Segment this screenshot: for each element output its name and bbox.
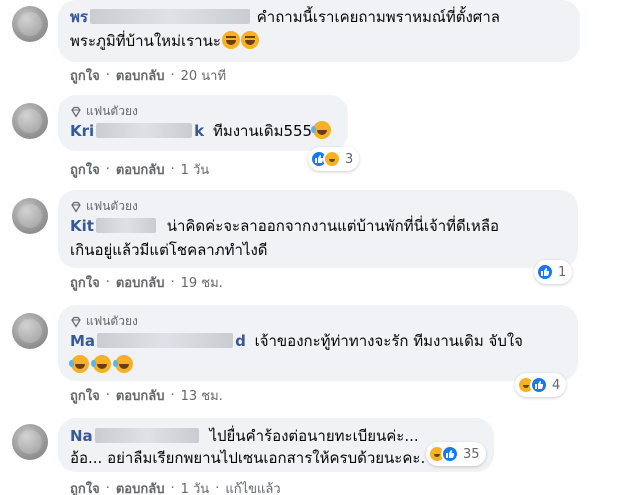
comment-bubble: พร คำถามนี้เราเคยถามพราหมณ์ที่ตั้งศาล พร… [58,0,580,62]
reaction-summary[interactable]: 3 [308,147,360,171]
comment-bubble: แฟนตัวยง Kri k ทีมงานเดิม555 [58,95,348,151]
like-icon [441,445,459,463]
like-link[interactable]: ถูกใจ [70,385,100,406]
timestamp[interactable]: 13 ชม. [181,385,223,406]
like-icon [530,376,548,394]
reply-link[interactable]: ตอบกลับ [116,159,165,180]
comment-text: เจ้าของกะทู้ท่าทางจะรัก ทีมงานเดิม จับใจ [254,332,523,350]
top-fan-badge: แฟนตัวยง [70,198,566,215]
reply-link[interactable]: ตอบกลับ [116,478,165,495]
timestamp[interactable]: 19 ชม. [181,272,223,293]
diamond-icon [71,201,81,213]
commenter-name[interactable]: พร [70,8,88,26]
diamond-icon [71,106,81,118]
avatar[interactable] [12,198,48,234]
laugh-icon [91,355,111,373]
comment-actions: ถูกใจ · ตอบกลับ · 19 ชม. [70,272,223,293]
reaction-count: 1 [558,264,567,280]
avatar[interactable] [12,103,48,139]
comment-bubble: แฟนตัวยง Ma d เจ้าของกะทู้ท่าทางจะรัก ทีม… [58,305,578,381]
comment-actions: ถูกใจ · ตอบกลับ · 20 นาที [70,65,226,86]
reply-link[interactable]: ตอบกลับ [116,272,165,293]
redacted-name [97,333,234,348]
comment-text: พระภูมิที่บ้านใหม่เรานะ [70,32,221,50]
like-link[interactable]: ถูกใจ [70,159,100,180]
reaction-count: 3 [345,151,354,167]
comment-actions: ถูกใจ · ตอบกลับ · 1 วัน [70,159,209,180]
like-link[interactable]: ถูกใจ [70,272,100,293]
reaction-summary[interactable]: 1 [534,260,573,284]
commenter-name[interactable]: Na [70,427,201,445]
like-link[interactable]: ถูกใจ [70,65,100,86]
avatar[interactable] [12,424,48,460]
diamond-icon [71,316,81,328]
comment-text: คำถามนี้เราเคยถามพราหมณ์ที่ตั้งศาล [256,8,500,26]
reaction-summary[interactable]: 4 [515,373,567,397]
timestamp[interactable]: 1 วัน [181,478,210,495]
comment-text: อ้อ... อย่าลืมเรียกพยานไปเซนเอกสารให้ครบ… [70,449,426,467]
comment-text: น่าคิดค่ะจะลาออกจากงานแต่บ้านพักที่นี่เจ… [166,217,500,235]
commenter-name[interactable]: Kri k [70,122,204,140]
laugh-icon [113,355,133,373]
redacted-name [89,9,250,24]
reply-link[interactable]: ตอบกลับ [116,385,165,406]
comment-text: ทีมงานเดิม555 [212,122,313,140]
reaction-summary[interactable]: 35 [426,442,486,466]
comment-text: เกินอยู่แล้วมีแต่โชคลาภทำไงดี [70,241,268,259]
reply-link[interactable]: ตอบกลับ [116,65,165,86]
commenter-name[interactable]: Kit [70,217,158,235]
timestamp[interactable]: 1 วัน [181,159,210,180]
like-icon [536,263,554,281]
comment-actions: ถูกใจ · ตอบกลับ · 1 วัน · แก้ไขแล้ว [70,478,281,495]
haha-icon [323,150,341,168]
redacted-name [94,428,199,443]
like-link[interactable]: ถูกใจ [70,478,100,495]
top-fan-badge: แฟนตัวยง [70,103,336,120]
top-fan-badge: แฟนตัวยง [70,313,566,330]
timestamp[interactable]: 20 นาที [181,65,226,86]
redacted-name [95,218,156,233]
laugh-icon [311,121,332,139]
reaction-count: 35 [463,446,480,462]
comment-bubble: แฟนตัวยง Kit น่าคิดค่ะจะลาออกจากงานแต่บ้… [58,190,578,268]
redacted-name [96,123,193,138]
grin-icon [240,31,259,49]
comment-actions: ถูกใจ · ตอบกลับ · 13 ชม. [70,385,223,406]
avatar[interactable] [12,6,48,42]
commenter-name[interactable]: Ma d [70,332,246,350]
edited-label[interactable]: แก้ไขแล้ว [225,478,280,495]
avatar[interactable] [12,313,48,349]
laugh-icon [69,355,89,373]
reaction-count: 4 [552,377,561,393]
comment-text: ไปยื่นคำร้องต่อนายทะเบียนค่ะ... [209,427,419,445]
grin-icon [221,31,240,49]
